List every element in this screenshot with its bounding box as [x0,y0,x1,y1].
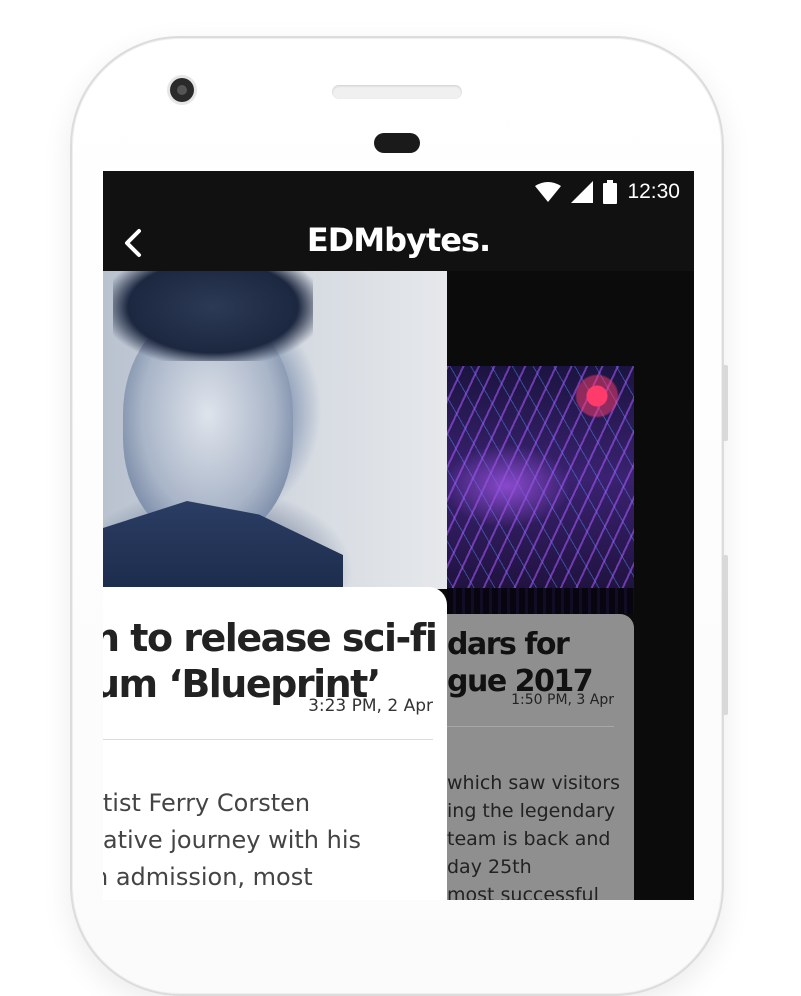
article-card-secondary[interactable]: dars for gue 2017 1:50 PM, 3 Apr which s… [447,614,634,900]
volume-button [722,555,728,715]
article-excerpt-line: ing the legendary [447,800,616,822]
article-card-primary[interactable]: n to release sci-fi um ‘Blueprint’ 3:23 … [103,587,447,900]
battery-icon [603,180,618,204]
signal-icon [571,181,594,203]
app-bar: EDMbytes. [103,213,694,271]
article-headline-line: dars for [447,627,570,662]
proximity-sensor [374,133,420,153]
article-divider [103,739,433,740]
phone-screen: 12:30 EDMbytes. dars for gue 2017 1:50 P… [103,171,694,900]
side-button [722,365,728,441]
status-clock: 12:30 [627,180,680,203]
article-excerpt-line: rtist Ferry Corsten [103,789,311,817]
article-excerpt-line: day 25th [447,856,532,878]
article-image-portrait[interactable] [103,271,447,591]
portrait-hair [113,271,313,361]
article-excerpt-line: rative journey with his [103,826,361,854]
article-headline-line: n to release sci-fi [103,616,438,660]
status-bar: 12:30 [103,171,694,213]
article-excerpt-line: team is back and [447,828,611,850]
earpiece-speaker [332,85,462,99]
article-image-concert[interactable] [447,366,634,614]
article-timestamp: 1:50 PM, 3 Apr [511,692,614,708]
article-excerpt-line: which saw visitors [447,772,620,794]
article-divider [447,726,614,727]
portrait-jacket [103,501,343,591]
app-title: EDMbytes. [306,221,491,259]
article-excerpt-line: most successful [447,884,599,900]
article-timestamp: 3:23 PM, 2 Apr [308,696,433,716]
crowd-silhouette [447,588,634,614]
wifi-icon [535,182,562,202]
article-excerpt-line: n admission, most [103,863,313,891]
front-camera [170,78,194,102]
